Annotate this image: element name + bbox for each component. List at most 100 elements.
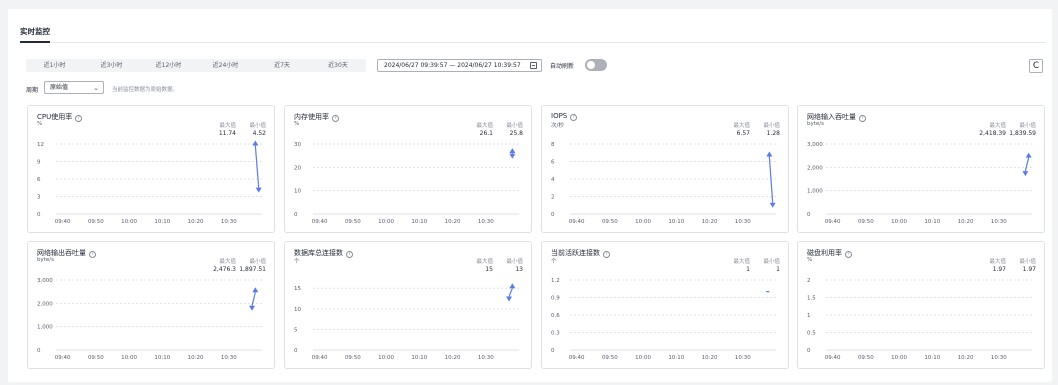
tab-realtime-monitor[interactable]: 实时监控 <box>20 26 50 43</box>
x-tick-label: 10:10 <box>668 355 684 361</box>
x-tick-label: 09:50 <box>858 219 874 225</box>
time-range-24h[interactable]: 近24小时 <box>197 59 254 72</box>
auto-refresh-toggle[interactable] <box>585 59 607 71</box>
y-tick-label: 0.3 <box>551 331 560 337</box>
x-tick-label: 10:10 <box>154 219 170 225</box>
x-tick-label: 10:30 <box>991 219 1007 225</box>
y-tick-label: 1.5 <box>807 296 816 302</box>
y-tick-label: 12 <box>37 142 44 148</box>
x-tick-label: 09:40 <box>55 219 71 225</box>
y-tick-label: 3 <box>37 195 41 201</box>
x-tick-label: 09:40 <box>55 355 71 361</box>
time-range-12h[interactable]: 近12小时 <box>140 59 197 72</box>
y-tick-label: 2 <box>807 278 811 284</box>
refresh-button[interactable]: C <box>1029 59 1043 73</box>
y-tick-label: 0 <box>551 348 555 354</box>
y-tick-label: 6 <box>37 177 41 183</box>
chart-cpu-usage: CPU使用率?% 最大值 11.74 最小值 4.52 12 9 6 3 0 09:40 09:50 1… <box>27 105 275 233</box>
y-tick-label: 0.5 <box>807 331 816 337</box>
series-line <box>254 145 260 188</box>
x-tick-label: 10:00 <box>121 355 137 361</box>
x-tick-label: 09:50 <box>602 355 618 361</box>
x-tick-label: 09:40 <box>569 219 585 225</box>
chart-plot: 2 1.5 1 0.5 0 09:40 09:50 10:00 10:10 10:20 10:30 <box>807 278 1032 361</box>
chart-db-total-connections: 数据库总连接数? 个最大值 15 最小值 13 15 10 5 0 09:40 09:50 10:00… <box>284 241 532 369</box>
period-select[interactable]: 原始值 ⌄ <box>44 81 104 94</box>
x-tick-label: 09:40 <box>569 355 585 361</box>
x-tick-label: 09:50 <box>345 219 361 225</box>
date-range-text: 2024/06/27 09:39:57 — 2024/06/27 10:39:5… <box>384 62 521 69</box>
chevron-down-icon: ⌄ <box>93 84 99 92</box>
min-marker <box>506 296 513 302</box>
chart-plot: 15 10 5 0 09:40 09:50 10:00 10:10 10:20 10:30 <box>294 283 519 361</box>
min-marker <box>509 153 516 159</box>
min-marker <box>255 187 262 193</box>
x-tick-label: 10:30 <box>991 355 1007 361</box>
x-tick-label: 10:10 <box>924 219 940 225</box>
x-tick-label: 10:30 <box>221 355 237 361</box>
x-tick-label: 09:40 <box>825 355 841 361</box>
chart-plot: 1.2 0.9 0.6 0.3 0 09:40 09:50 10:00 10:10 10:20 10… <box>551 278 776 361</box>
y-tick-label: 0 <box>551 212 555 218</box>
y-tick-label: 20 <box>294 165 301 171</box>
y-tick-label: 2,000 <box>37 301 53 307</box>
y-tick-label: 0 <box>294 212 298 218</box>
date-range-picker[interactable]: 2024/06/27 09:39:57 — 2024/06/27 10:39:5… <box>377 59 542 72</box>
x-tick-label: 10:10 <box>154 355 170 361</box>
x-tick-label: 10:20 <box>445 219 461 225</box>
period-hint: 当前监控数据为原始数据。 <box>112 87 179 93</box>
x-tick-label: 09:40 <box>825 219 841 225</box>
chart-plot: 30 20 10 0 09:40 09:50 10:00 10:10 10:20 10:30 <box>294 142 519 225</box>
y-tick-label: 0 <box>37 348 41 354</box>
x-tick-label: 10:30 <box>478 355 494 361</box>
x-tick-label: 10:00 <box>635 219 651 225</box>
x-tick-label: 10:20 <box>188 355 204 361</box>
period-select-value: 原始值 <box>50 84 69 91</box>
x-tick-label: 09:50 <box>602 219 618 225</box>
y-tick-label: 2 <box>551 195 555 201</box>
x-tick-label: 10:00 <box>635 355 651 361</box>
x-tick-label: 10:00 <box>378 355 394 361</box>
series-line <box>508 288 513 297</box>
period-label: 周期 <box>26 87 39 94</box>
time-range-selector: 近1小时 近3小时 近12小时 近24小时 近7天 近30天 <box>26 59 366 72</box>
y-tick-label: 3,000 <box>807 142 823 148</box>
min-marker <box>249 305 256 311</box>
y-tick-label: 6 <box>551 160 555 166</box>
x-tick-label: 09:40 <box>312 219 328 225</box>
time-range-30d[interactable]: 近30天 <box>310 59 366 72</box>
x-tick-label: 10:00 <box>121 219 137 225</box>
y-tick-label: 2,000 <box>807 165 823 171</box>
y-tick-label: 5 <box>294 327 298 333</box>
x-tick-label: 10:20 <box>958 219 974 225</box>
max-marker <box>252 287 259 293</box>
y-tick-label: 0 <box>807 212 811 218</box>
series-line <box>1024 157 1030 172</box>
y-tick-label: 10 <box>294 189 301 195</box>
time-range-7d[interactable]: 近7天 <box>254 59 310 72</box>
time-range-1h[interactable]: 近1小时 <box>26 59 83 72</box>
min-marker <box>769 202 776 208</box>
y-tick-label: 0 <box>37 212 41 218</box>
chart-network-out: 网络输出吞吐量? byte/s 最大值 2,476.3 最小值 1,897.51 3,000… <box>27 241 275 369</box>
x-tick-label: 10:00 <box>891 355 907 361</box>
y-tick-label: 0.9 <box>551 296 560 302</box>
refresh-icon: C <box>1032 61 1040 71</box>
series-line <box>768 156 774 203</box>
x-tick-label: 10:30 <box>221 219 237 225</box>
x-tick-label: 10:10 <box>411 219 427 225</box>
time-range-3h[interactable]: 近3小时 <box>83 59 140 72</box>
y-tick-label: 1,000 <box>37 325 53 331</box>
x-tick-label: 10:00 <box>891 219 907 225</box>
chart-disk-usage: 磁盘利用率?% 最大值 1.97 最小值 1.97 2 1.5 1 0.5 0 09:40 09:50… <box>797 241 1045 369</box>
x-tick-label: 10:10 <box>668 219 684 225</box>
x-tick-label: 10:20 <box>702 355 718 361</box>
y-tick-label: 9 <box>37 160 41 166</box>
x-tick-label: 10:30 <box>735 355 751 361</box>
chart-memory-usage: 内存使用率?% 最大值 26.1 最小值 25.8 30 20 10 0 09:40 09:50 10… <box>284 105 532 233</box>
x-tick-label: 10:20 <box>958 355 974 361</box>
y-tick-label: 3,000 <box>37 278 53 284</box>
x-tick-label: 10:00 <box>378 219 394 225</box>
y-tick-label: 15 <box>294 286 301 292</box>
y-tick-label: 4 <box>551 177 555 183</box>
